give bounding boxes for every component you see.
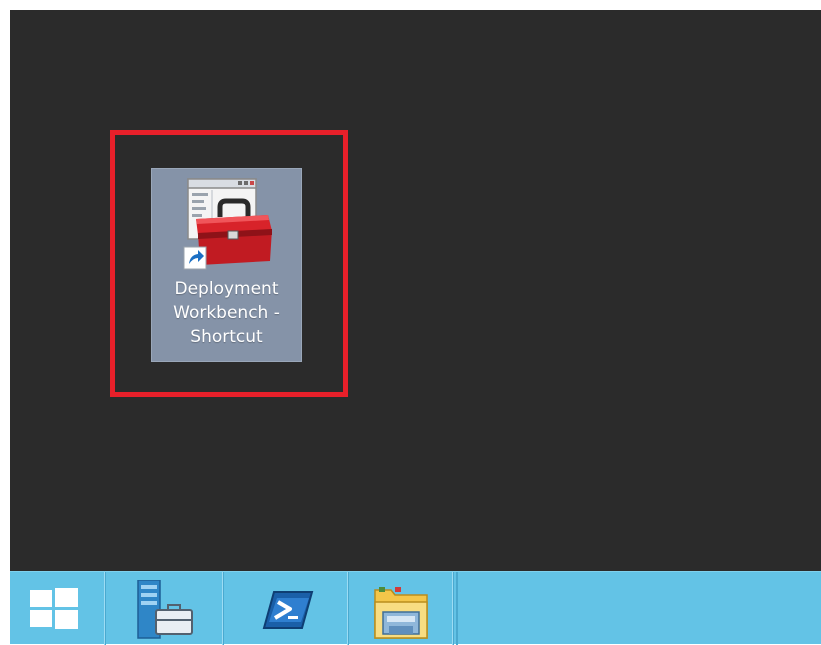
- start-button[interactable]: [10, 572, 106, 645]
- label-line-3: Shortcut: [190, 327, 263, 347]
- label-line-1: Deployment: [174, 279, 279, 299]
- desktop-icon-label: Deployment Workbench - Shortcut: [152, 277, 301, 349]
- file-explorer-button[interactable]: [349, 572, 454, 645]
- server-manager-button[interactable]: [106, 572, 224, 645]
- server-manager-icon: [137, 580, 193, 639]
- deployment-workbench-shortcut[interactable]: Deployment Workbench - Shortcut: [151, 168, 302, 362]
- taskbar-separator: [456, 572, 458, 645]
- windows-start-icon: [30, 588, 78, 629]
- label-line-2: Workbench -: [173, 303, 280, 323]
- powershell-icon: [262, 591, 314, 629]
- screen: Deployment Workbench - Shortcut: [0, 0, 821, 645]
- toolbox-shortcut-icon: [183, 178, 272, 270]
- taskbar: [10, 571, 821, 645]
- powershell-button[interactable]: [224, 572, 349, 645]
- file-explorer-icon: [374, 587, 428, 639]
